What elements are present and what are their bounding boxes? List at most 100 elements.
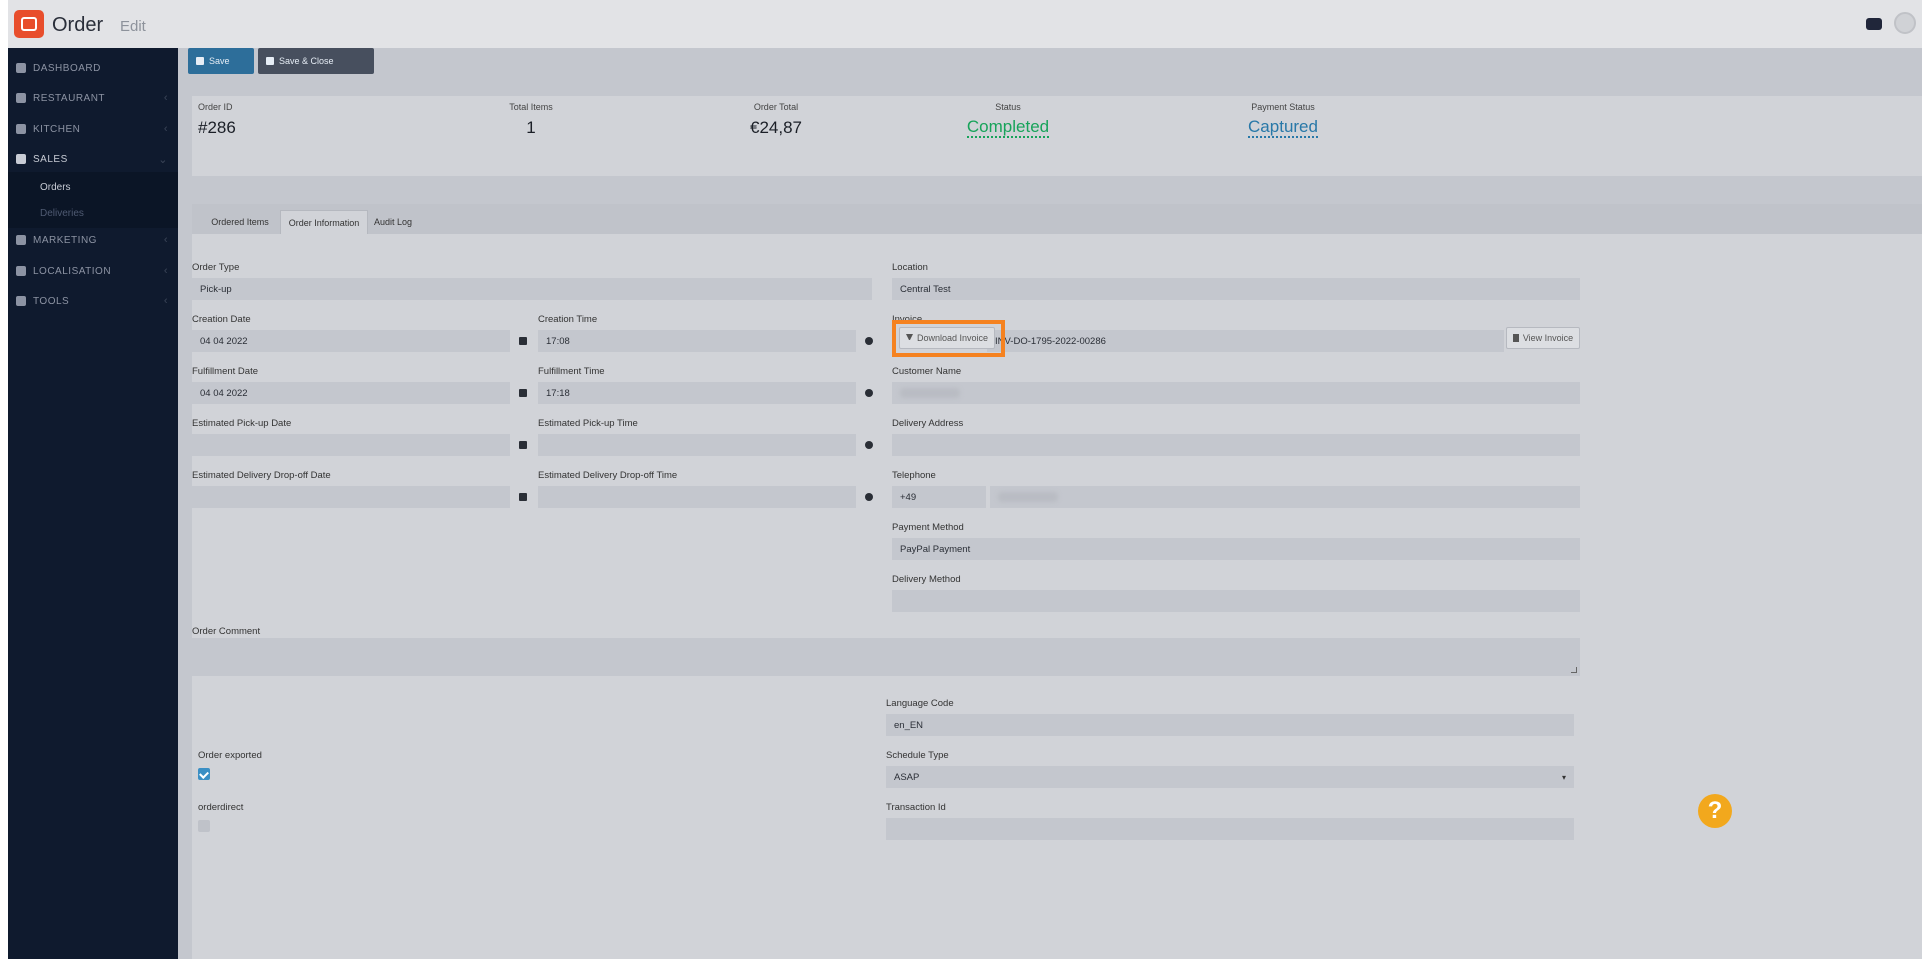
payment-method-label: Payment Method: [892, 522, 964, 533]
redacted-value: [998, 492, 1058, 502]
store-icon[interactable]: [1866, 18, 1882, 30]
resize-grip-icon[interactable]: [1571, 667, 1577, 673]
sidebar-item-tools[interactable]: TOOLS ‹: [8, 283, 178, 319]
est-pickup-date-label: Estimated Pick-up Date: [192, 418, 292, 429]
telephone-label: Telephone: [892, 470, 936, 481]
stat-order-id: Order ID #286: [198, 102, 236, 138]
save-close-button[interactable]: Save & Close: [258, 48, 374, 74]
delivery-address-field[interactable]: [892, 434, 1580, 456]
clock-icon[interactable]: [858, 382, 880, 404]
fulfillment-date-field[interactable]: 04 04 2022: [192, 382, 510, 404]
tab-bar: Ordered Items Order Information Audit Lo…: [192, 204, 1922, 234]
est-pickup-time-field[interactable]: [538, 434, 856, 456]
chevron-left-icon: ‹: [163, 295, 168, 307]
main-content: Save Save & Close Order ID #286 Total It…: [178, 48, 1922, 959]
order-exported-checkbox[interactable]: [198, 768, 210, 780]
save-button[interactable]: Save: [188, 48, 254, 74]
clock-icon[interactable]: [858, 330, 880, 352]
language-code-field[interactable]: en_EN: [886, 714, 1574, 736]
location-label: Location: [892, 262, 928, 273]
store-icon: [16, 93, 26, 103]
page-title: Order: [52, 14, 104, 36]
clock-icon[interactable]: [858, 486, 880, 508]
customer-name-field[interactable]: [892, 382, 1580, 404]
transaction-id-label: Transaction Id: [886, 802, 946, 813]
est-dropoff-time-field[interactable]: [538, 486, 856, 508]
creation-time-field[interactable]: 17:08: [538, 330, 856, 352]
fulfillment-date-label: Fulfillment Date: [192, 366, 258, 377]
creation-date-field[interactable]: 04 04 2022: [192, 330, 510, 352]
order-comment-textarea[interactable]: [192, 638, 1580, 676]
fulfillment-time-field[interactable]: 17:18: [538, 382, 856, 404]
chevron-left-icon: ‹: [163, 92, 168, 104]
invoice-number-field[interactable]: INV-DO-1795-2022-00286: [987, 330, 1504, 352]
save-label: Save: [209, 56, 230, 66]
calendar-icon[interactable]: [512, 382, 534, 404]
clock-icon[interactable]: [858, 434, 880, 456]
est-dropoff-date-field[interactable]: [192, 486, 510, 508]
est-dropoff-date-label: Estimated Delivery Drop-off Date: [192, 470, 331, 481]
stat-status: Status Completed: [948, 102, 1068, 138]
caret-down-icon: ▾: [1561, 772, 1566, 782]
stat-payment-status: Payment Status Captured: [1223, 102, 1343, 138]
save-icon: [266, 57, 274, 65]
delivery-method-field[interactable]: [892, 590, 1580, 612]
payment-status-badge[interactable]: Captured: [1248, 118, 1318, 138]
stat-label: Order ID: [198, 102, 233, 112]
stat-label: Total Items: [509, 102, 553, 112]
wrench-icon: [16, 296, 26, 306]
stat-value: 1: [526, 118, 536, 137]
app-frame: Order Edit DASHBOARD RESTAURANT ‹ KITCHE…: [8, 0, 1922, 959]
orderdirect-checkbox[interactable]: [198, 820, 210, 832]
location-field[interactable]: Central Test: [892, 278, 1580, 300]
calendar-icon[interactable]: [512, 434, 534, 456]
tab-ordered-items[interactable]: Ordered Items: [200, 210, 280, 234]
app-logo-icon[interactable]: [14, 10, 44, 38]
sidebar-item-label: DASHBOARD: [33, 62, 101, 74]
help-button[interactable]: ?: [1698, 794, 1732, 828]
delivery-address-label: Delivery Address: [892, 418, 964, 429]
view-invoice-label: View Invoice: [1522, 333, 1574, 343]
transaction-id-field[interactable]: [886, 818, 1574, 840]
sidebar: DASHBOARD RESTAURANT ‹ KITCHEN ‹ SALES ⌄…: [8, 48, 178, 959]
highlight-box: [892, 320, 1005, 357]
payment-method-field[interactable]: PayPal Payment: [892, 538, 1580, 560]
avatar[interactable]: [1894, 12, 1916, 34]
tab-audit-log[interactable]: Audit Log: [368, 210, 418, 234]
stat-value: €24,87: [750, 118, 802, 137]
chevron-left-icon: ‹: [163, 234, 168, 246]
sidebar-item-label: SALES: [33, 153, 68, 165]
schedule-type-select[interactable]: ASAP ▾: [886, 766, 1574, 788]
telephone-number-field[interactable]: [990, 486, 1580, 508]
schedule-type-label: Schedule Type: [886, 750, 949, 761]
stat-value: #286: [198, 118, 236, 137]
creation-date-label: Creation Date: [192, 314, 251, 325]
sidebar-item-label: TOOLS: [33, 295, 70, 307]
stat-order-total: Order Total €24,87: [726, 102, 826, 138]
save-close-label: Save & Close: [279, 56, 334, 66]
status-badge[interactable]: Completed: [966, 118, 1050, 138]
chart-icon: [16, 154, 26, 164]
language-code-label: Language Code: [886, 698, 954, 709]
fulfillment-time-label: Fulfillment Time: [538, 366, 605, 377]
delivery-method-label: Delivery Method: [892, 574, 961, 585]
chart-line-icon: [16, 235, 26, 245]
page-subtitle: Edit: [120, 18, 146, 35]
tab-order-information[interactable]: Order Information: [280, 210, 368, 234]
customer-name-label: Customer Name: [892, 366, 962, 377]
save-icon: [196, 57, 204, 65]
utensils-icon: [16, 124, 26, 134]
stat-label: Order Total: [753, 102, 799, 112]
telephone-prefix-field[interactable]: +49: [892, 486, 986, 508]
order-information-panel: Order Type Pick-up Location Central Test…: [192, 234, 1922, 959]
order-type-field[interactable]: Pick-up: [192, 278, 872, 300]
view-invoice-button[interactable]: View Invoice: [1506, 327, 1580, 349]
top-bar: Order Edit: [8, 0, 1922, 48]
est-pickup-date-field[interactable]: [192, 434, 510, 456]
order-exported-label: Order exported: [198, 750, 262, 761]
chevron-down-icon: ⌄: [158, 153, 168, 166]
calendar-icon[interactable]: [512, 330, 534, 352]
stat-label: Status: [995, 102, 1021, 112]
dashboard-icon: [16, 63, 26, 73]
calendar-icon[interactable]: [512, 486, 534, 508]
